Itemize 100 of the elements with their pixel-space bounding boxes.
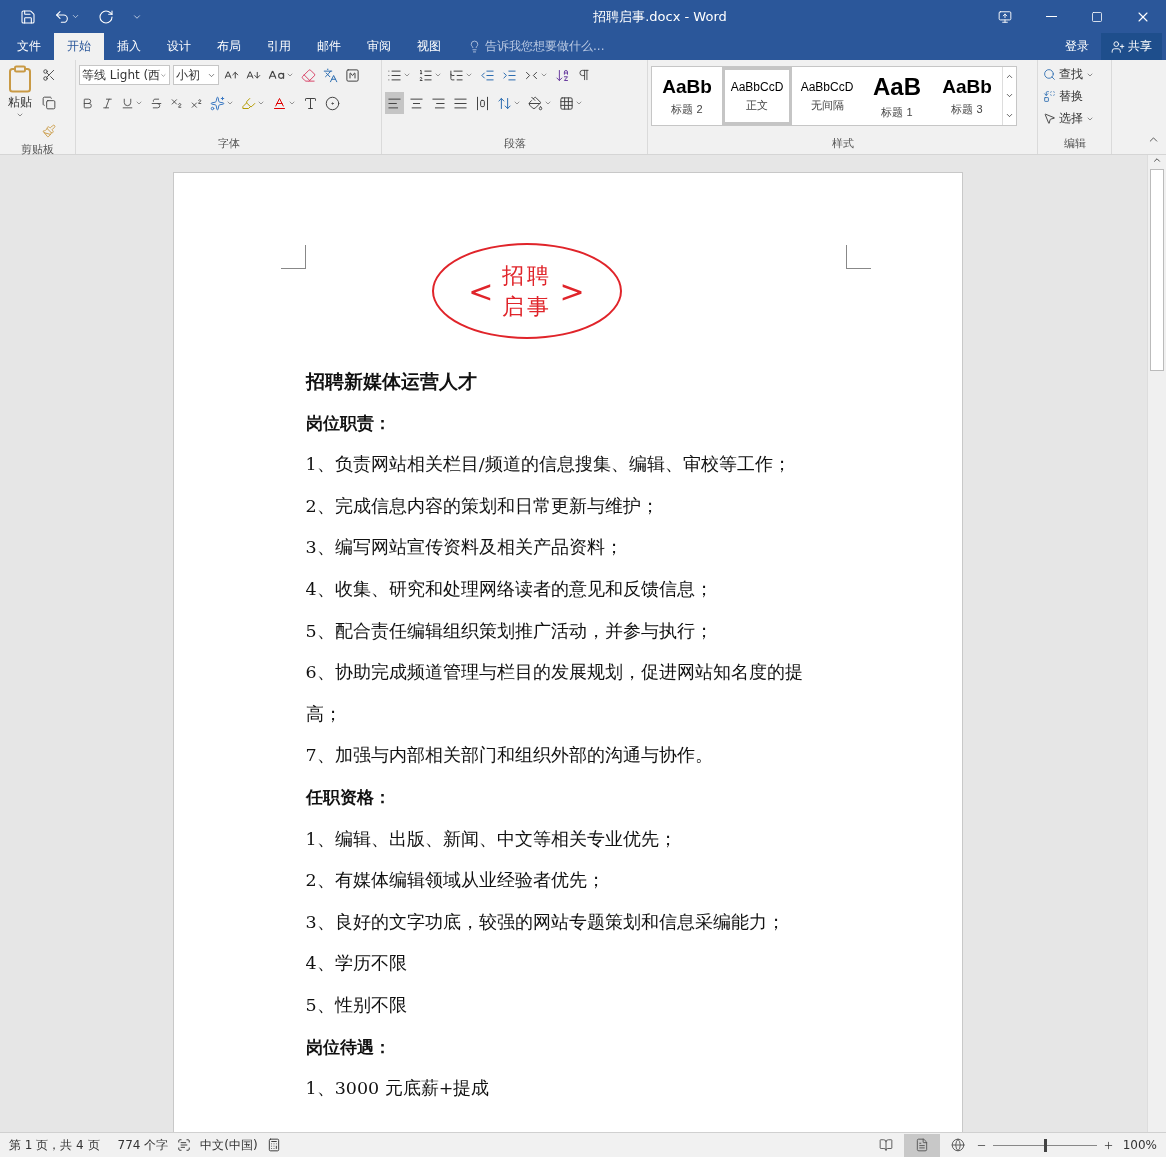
zoom-level[interactable]: 100% — [1113, 1138, 1166, 1152]
section-heading: 岗位待遇： — [305, 1035, 392, 1059]
paint-bucket-icon — [528, 95, 543, 111]
list-item: 1、负责网站相关栏目/频道的信息搜集、编辑、审校等工作； — [305, 453, 792, 477]
search-icon — [1043, 68, 1056, 81]
ribbon-tab[interactable]: 文件 — [4, 33, 54, 60]
caret-icon — [71, 12, 80, 21]
corner-mark — [280, 245, 306, 269]
ribbon-tab[interactable]: 引用 — [254, 33, 304, 60]
bold-icon — [81, 96, 94, 110]
select-button[interactable]: 选择 — [1041, 108, 1096, 129]
sign-in-link[interactable]: 登录 — [1053, 33, 1101, 60]
find-button[interactable]: 查找 — [1041, 64, 1096, 85]
share-button[interactable]: 共享 — [1101, 33, 1162, 60]
caret-icon — [135, 99, 143, 107]
superscript-icon — [190, 96, 203, 110]
group-label: 段落 — [502, 136, 527, 152]
undo-icon — [54, 8, 70, 25]
shaded-letter-icon — [303, 95, 318, 111]
section-heading: 任职资格： — [305, 785, 392, 809]
bullet-list-icon — [387, 67, 402, 83]
stamp-text: 招聘 — [501, 262, 552, 290]
caret-icon — [540, 71, 548, 79]
view-mode-button[interactable] — [903, 1133, 940, 1157]
list-item: 3、编写网站宣传资料及相关产品资料； — [305, 536, 624, 560]
italic-icon — [101, 96, 114, 110]
ribbon-tab[interactable]: 邮件 — [304, 33, 354, 60]
minimize-icon — [1045, 16, 1057, 17]
style-option[interactable]: AaBbCcD 正文 — [722, 67, 792, 125]
style-preview: AaB — [873, 72, 921, 101]
group-label: 剪贴板 — [20, 142, 55, 157]
font-name-field[interactable]: 等线 Light (西 — [79, 65, 170, 85]
copy-icon — [42, 96, 56, 110]
strikethrough-icon — [150, 96, 163, 110]
eraser-icon — [301, 67, 316, 83]
list-item: 5、配合责任编辑组织策划推广活动，并参与执行； — [305, 619, 714, 643]
vertical-scrollbar[interactable] — [1147, 155, 1166, 1132]
ribbon-display-icon — [998, 9, 1012, 24]
caret-icon — [288, 99, 296, 107]
borders-icon — [559, 95, 574, 111]
tell-me-field[interactable]: 告诉我您想要做什么... — [485, 38, 605, 55]
caret-icon — [226, 99, 234, 107]
caret-icon — [465, 71, 473, 79]
paintbrush-icon — [42, 124, 56, 138]
style-name: 标题 3 — [951, 101, 983, 117]
style-name: 标题 1 — [881, 104, 913, 120]
group-label: 编辑 — [1062, 136, 1087, 152]
read-mode-icon — [878, 1138, 893, 1152]
group-label: 样式 — [830, 136, 855, 152]
document-title: 招聘新媒体运营人才 — [305, 369, 478, 394]
list-item: 5、性别不限 — [305, 993, 408, 1017]
word-count[interactable]: 774 个字 — [108, 1136, 178, 1154]
style-preview: AaBb — [662, 75, 712, 98]
list-item: 4、学历不限 — [305, 952, 408, 976]
caret-icon — [257, 99, 265, 107]
list-item: 2、有媒体编辑领域从业经验者优先； — [305, 869, 606, 893]
list-item: 1、3000 元底薪+提成 — [305, 1077, 491, 1101]
ribbon-tab[interactable]: 布局 — [204, 33, 254, 60]
person-icon — [1111, 39, 1125, 54]
list-item: 4、收集、研究和处理网络读者的意见和反馈信息； — [305, 577, 714, 601]
font-size-field[interactable]: 小初 — [173, 65, 219, 85]
list-item: 3、良好的文字功底，较强的网站专题策划和信息采编能力； — [305, 910, 786, 934]
ribbon-tab[interactable]: 插入 — [104, 33, 154, 60]
caret-icon — [434, 71, 442, 79]
lightbulb-icon — [468, 40, 481, 53]
ribbon-tab[interactable]: 视图 — [404, 33, 454, 60]
zoom-slider-thumb[interactable] — [1043, 1138, 1047, 1152]
pointer-icon — [1043, 112, 1056, 125]
ribbon-tab[interactable]: 设计 — [154, 33, 204, 60]
group-label: 字体 — [216, 136, 241, 152]
highlighter-icon — [241, 95, 256, 111]
list-item: 2、完成信息内容的策划和日常更新与维护； — [305, 494, 660, 518]
sort-icon — [555, 67, 570, 83]
style-name: 正文 — [746, 97, 768, 113]
align-right-icon — [431, 95, 446, 111]
text-effects-icon — [210, 95, 225, 111]
print-layout-icon — [914, 1138, 929, 1152]
ribbon-tab[interactable]: 开始 — [54, 33, 104, 60]
caret-icon — [286, 71, 294, 79]
scroll-thumb[interactable] — [1150, 169, 1164, 371]
caret-icon — [575, 99, 583, 107]
caret-icon — [403, 71, 411, 79]
language-indicator[interactable]: 中文(中国) — [191, 1136, 267, 1154]
replace-icon — [1043, 90, 1056, 103]
page-count[interactable]: 第 1 页，共 4 页 — [0, 1136, 109, 1154]
stamp-bracket: > — [559, 273, 585, 309]
ribbon-tab[interactable]: 审阅 — [354, 33, 404, 60]
multilevel-list-icon — [449, 67, 464, 83]
justify-icon — [453, 95, 468, 111]
list-item: 1、编辑、出版、新闻、中文等相关专业优先； — [305, 827, 678, 851]
replace-button[interactable]: 替换 — [1041, 86, 1096, 107]
list-item: 6、协助完成频道管理与栏目的发展规划，促进网站知名度的提高； — [305, 661, 804, 726]
style-name: 标题 2 — [671, 101, 703, 117]
line-spacing-icon — [497, 95, 512, 111]
caret-icon — [16, 111, 24, 119]
web-layout-icon — [950, 1138, 965, 1152]
stamp-bracket: < — [468, 273, 494, 309]
style-preview: AaBb — [942, 75, 992, 98]
scissors-icon — [42, 68, 56, 82]
paste-button[interactable]: 粘贴 — [3, 64, 37, 142]
